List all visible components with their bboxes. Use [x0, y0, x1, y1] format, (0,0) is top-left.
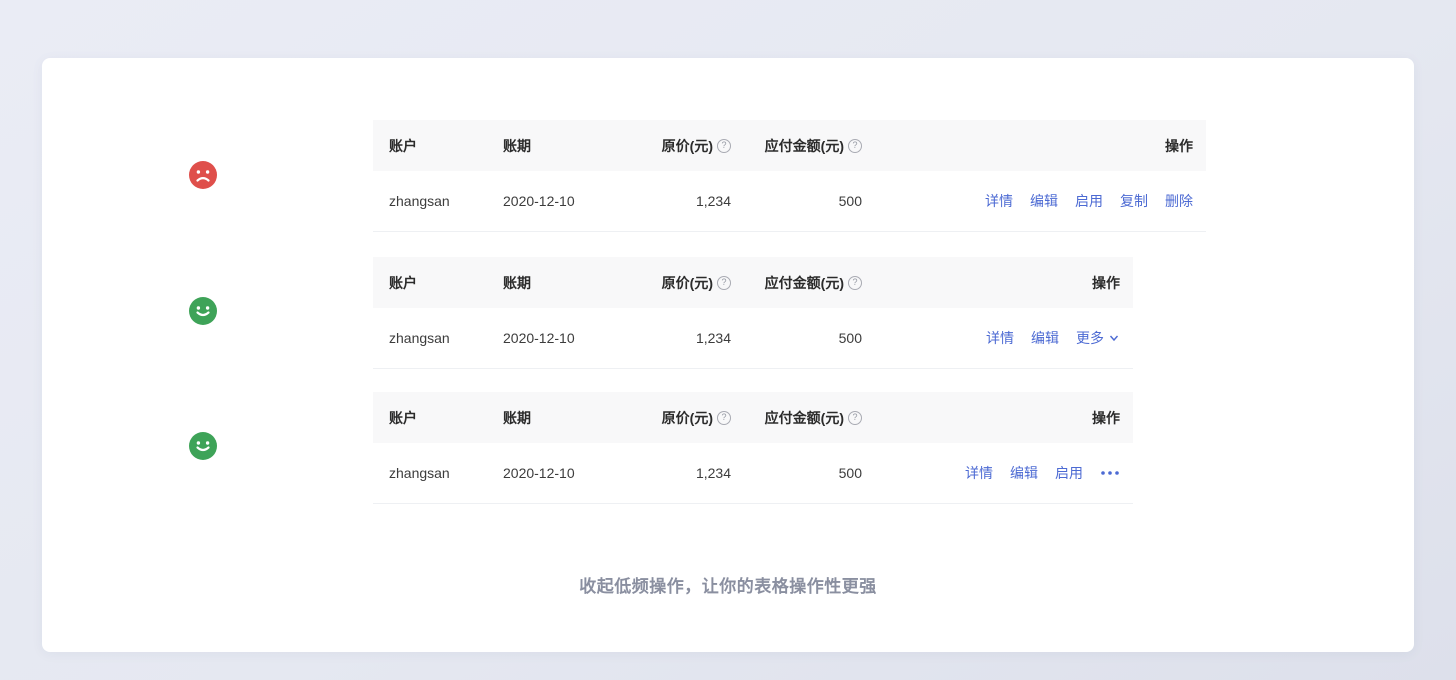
action-link-edit[interactable]: 编辑 — [1010, 463, 1038, 483]
help-icon[interactable]: ? — [717, 411, 731, 425]
column-header-account: 账户 — [373, 136, 503, 156]
column-header-actions: 操作 — [862, 136, 1206, 156]
cell-period: 2020-12-10 — [503, 465, 633, 481]
action-link-more[interactable]: 更多 — [1076, 328, 1120, 348]
action-link-details[interactable]: 详情 — [985, 191, 1013, 211]
column-header-original-price: 原价(元) — [662, 136, 713, 156]
column-header-actions: 操作 — [862, 273, 1133, 293]
column-header-account: 账户 — [373, 408, 503, 428]
action-link-copy[interactable]: 复制 — [1120, 191, 1148, 211]
cell-payable-amount: 500 — [731, 465, 862, 481]
table-row: zhangsan 2020-12-10 1,234 500 详情 编辑 更多 — [373, 308, 1133, 369]
table-row: zhangsan 2020-12-10 1,234 500 详情 编辑 启用 — [373, 443, 1133, 504]
column-header-account: 账户 — [373, 273, 503, 293]
row-actions: 详情 编辑 启用 复制 删除 — [862, 191, 1206, 211]
chevron-down-icon — [1108, 332, 1120, 344]
cell-account: zhangsan — [373, 465, 503, 481]
column-header-original-price: 原价(元) — [662, 408, 713, 428]
cell-original-price: 1,234 — [633, 193, 731, 209]
column-header-payable-amount: 应付金额(元) — [765, 273, 844, 293]
table-good-example-dropdown: 账户 账期 原价(元) ? 应付金额(元) ? 操作 zhangsan 2020… — [373, 257, 1133, 369]
row-actions: 详情 编辑 更多 — [862, 328, 1133, 348]
column-header-payable-amount: 应付金额(元) — [765, 408, 844, 428]
table-good-example-ellipsis: 账户 账期 原价(元) ? 应付金额(元) ? 操作 zhangsan 2020… — [373, 392, 1133, 504]
column-header-period: 账期 — [503, 136, 633, 156]
column-header-actions: 操作 — [862, 408, 1133, 428]
help-icon[interactable]: ? — [848, 139, 862, 153]
action-link-details[interactable]: 详情 — [986, 328, 1014, 348]
table-header-row: 账户 账期 原价(元) ? 应付金额(元) ? 操作 — [373, 120, 1206, 171]
table-header-row: 账户 账期 原价(元) ? 应付金额(元) ? 操作 — [373, 392, 1133, 443]
cell-original-price: 1,234 — [633, 465, 731, 481]
cell-payable-amount: 500 — [731, 193, 862, 209]
action-link-enable[interactable]: 启用 — [1075, 191, 1103, 211]
column-header-period: 账期 — [503, 273, 633, 293]
cell-original-price: 1,234 — [633, 330, 731, 346]
action-link-delete[interactable]: 删除 — [1165, 191, 1193, 211]
cell-account: zhangsan — [373, 330, 503, 346]
help-icon[interactable]: ? — [717, 276, 731, 290]
row-actions: 详情 编辑 启用 — [862, 463, 1133, 483]
table-bad-example: 账户 账期 原价(元) ? 应付金额(元) ? 操作 zhangsan 2020… — [373, 120, 1206, 232]
table-header-row: 账户 账期 原价(元) ? 应付金额(元) ? 操作 — [373, 257, 1133, 308]
action-link-details[interactable]: 详情 — [965, 463, 993, 483]
action-link-edit[interactable]: 编辑 — [1030, 191, 1058, 211]
action-link-enable[interactable]: 启用 — [1055, 463, 1083, 483]
column-header-original-price: 原价(元) — [662, 273, 713, 293]
cell-period: 2020-12-10 — [503, 330, 633, 346]
guideline-caption: 收起低频操作，让你的表格操作性更强 — [42, 572, 1414, 597]
cell-period: 2020-12-10 — [503, 193, 633, 209]
column-header-period: 账期 — [503, 408, 633, 428]
help-icon[interactable]: ? — [848, 411, 862, 425]
help-icon[interactable]: ? — [717, 139, 731, 153]
action-link-edit[interactable]: 编辑 — [1031, 328, 1059, 348]
more-ellipsis-icon[interactable] — [1100, 469, 1120, 477]
column-header-payable-amount: 应付金额(元) — [765, 136, 844, 156]
frown-face-icon — [189, 161, 217, 189]
cell-payable-amount: 500 — [731, 330, 862, 346]
guideline-card: 账户 账期 原价(元) ? 应付金额(元) ? 操作 zhangsan 2020… — [42, 58, 1414, 652]
smile-face-icon — [189, 432, 217, 460]
table-row: zhangsan 2020-12-10 1,234 500 详情 编辑 启用 复… — [373, 171, 1206, 232]
help-icon[interactable]: ? — [848, 276, 862, 290]
smile-face-icon — [189, 297, 217, 325]
cell-account: zhangsan — [373, 193, 503, 209]
